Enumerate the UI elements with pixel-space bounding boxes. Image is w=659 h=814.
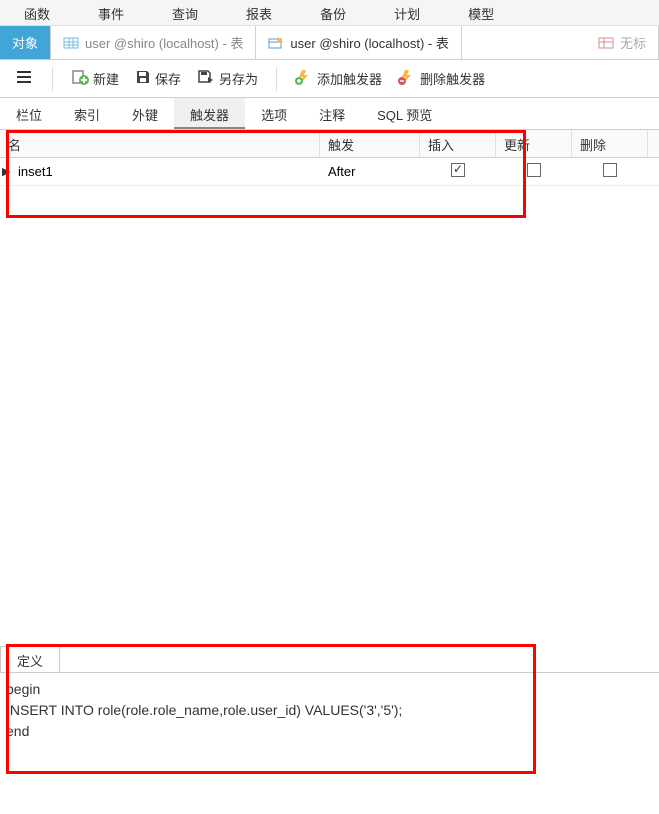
tab-label: 对象 (12, 33, 38, 52)
triggers-table: 名 触发 插入 更新 删除 ▶ inset1 After (0, 130, 659, 186)
save-as-button[interactable]: 另存为 (191, 65, 264, 92)
subtab-comment[interactable]: 注释 (303, 98, 361, 129)
menu-event[interactable]: 事件 (74, 0, 148, 25)
tab-objects[interactable]: 对象 (0, 26, 51, 59)
save-icon (135, 69, 151, 88)
tab-label: user @shiro (localhost) - 表 (85, 33, 243, 52)
button-label: 保存 (155, 69, 181, 88)
subtab-index[interactable]: 索引 (58, 98, 116, 129)
menu-model[interactable]: 模型 (444, 0, 518, 25)
save-button[interactable]: 保存 (129, 65, 187, 92)
design-table-icon (268, 36, 284, 50)
menu-plan[interactable]: 计划 (370, 0, 444, 25)
menu-func[interactable]: 函数 (0, 0, 74, 25)
cell-name[interactable]: ▶ inset1 (0, 160, 320, 183)
add-trigger-button[interactable]: 添加触发器 (289, 65, 388, 92)
table-icon (598, 36, 614, 50)
cell-value: inset1 (18, 164, 53, 179)
th-delete[interactable]: 删除 (572, 130, 648, 157)
subtab-options[interactable]: 选项 (245, 98, 303, 129)
new-button[interactable]: 新建 (65, 65, 125, 92)
th-trigger[interactable]: 触发 (320, 130, 420, 157)
menu-query[interactable]: 查询 (148, 0, 222, 25)
tab-label: user @shiro (localhost) - 表 (290, 33, 448, 52)
th-name[interactable]: 名 (0, 130, 320, 157)
delete-trigger-button[interactable]: 删除触发器 (392, 65, 491, 92)
subtab-triggers[interactable]: 触发器 (174, 98, 245, 129)
definition-tab[interactable]: 定义 (0, 646, 60, 672)
subtab-columns[interactable]: 栏位 (0, 98, 58, 129)
menu-report[interactable]: 报表 (222, 0, 296, 25)
button-label: 添加触发器 (317, 69, 382, 88)
th-update[interactable]: 更新 (496, 130, 572, 157)
hamburger-menu[interactable] (8, 66, 40, 91)
separator (52, 67, 53, 91)
menu-backup[interactable]: 备份 (296, 0, 370, 25)
cell-update[interactable] (496, 159, 572, 184)
delete-trigger-icon (398, 69, 416, 88)
definition-section: 定义 begin INSERT INTO role(role.role_name… (0, 646, 659, 748)
separator (276, 67, 277, 91)
definition-code[interactable]: begin INSERT INTO role(role.role_name,ro… (0, 672, 659, 748)
cell-insert[interactable] (420, 159, 496, 184)
checkbox-insert[interactable] (451, 163, 465, 177)
new-icon (71, 69, 89, 88)
tab-untitled[interactable]: 无标 (586, 26, 659, 59)
table-icon (63, 36, 79, 50)
cell-delete[interactable] (572, 159, 648, 184)
tab-user-2[interactable]: user @shiro (localhost) - 表 (256, 26, 461, 59)
tab-label: 无标 (620, 33, 646, 52)
button-label: 删除触发器 (420, 69, 485, 88)
checkbox-update[interactable] (527, 163, 541, 177)
toolbar: 新建 保存 另存为 添加触发器 删除触发器 (0, 60, 659, 98)
button-label: 新建 (93, 69, 119, 88)
cell-trigger[interactable]: After (320, 160, 420, 183)
tab-user-1[interactable]: user @shiro (localhost) - 表 (51, 26, 256, 59)
add-trigger-icon (295, 69, 313, 88)
subtab-fk[interactable]: 外键 (116, 98, 174, 129)
tabs-bar: 对象 user @shiro (localhost) - 表 user @shi… (0, 26, 659, 60)
sub-tabs: 栏位 索引 外键 触发器 选项 注释 SQL 预览 (0, 98, 659, 130)
button-label: 另存为 (219, 69, 258, 88)
table-row[interactable]: ▶ inset1 After (0, 158, 659, 186)
table-header: 名 触发 插入 更新 删除 (0, 130, 659, 158)
checkbox-delete[interactable] (603, 163, 617, 177)
empty-grid-space (0, 186, 659, 646)
row-marker-icon: ▶ (2, 165, 10, 178)
top-menu: 函数 事件 查询 报表 备份 计划 模型 (0, 0, 659, 26)
save-as-icon (197, 69, 215, 88)
subtab-sql-preview[interactable]: SQL 预览 (361, 98, 448, 129)
th-insert[interactable]: 插入 (420, 130, 496, 157)
